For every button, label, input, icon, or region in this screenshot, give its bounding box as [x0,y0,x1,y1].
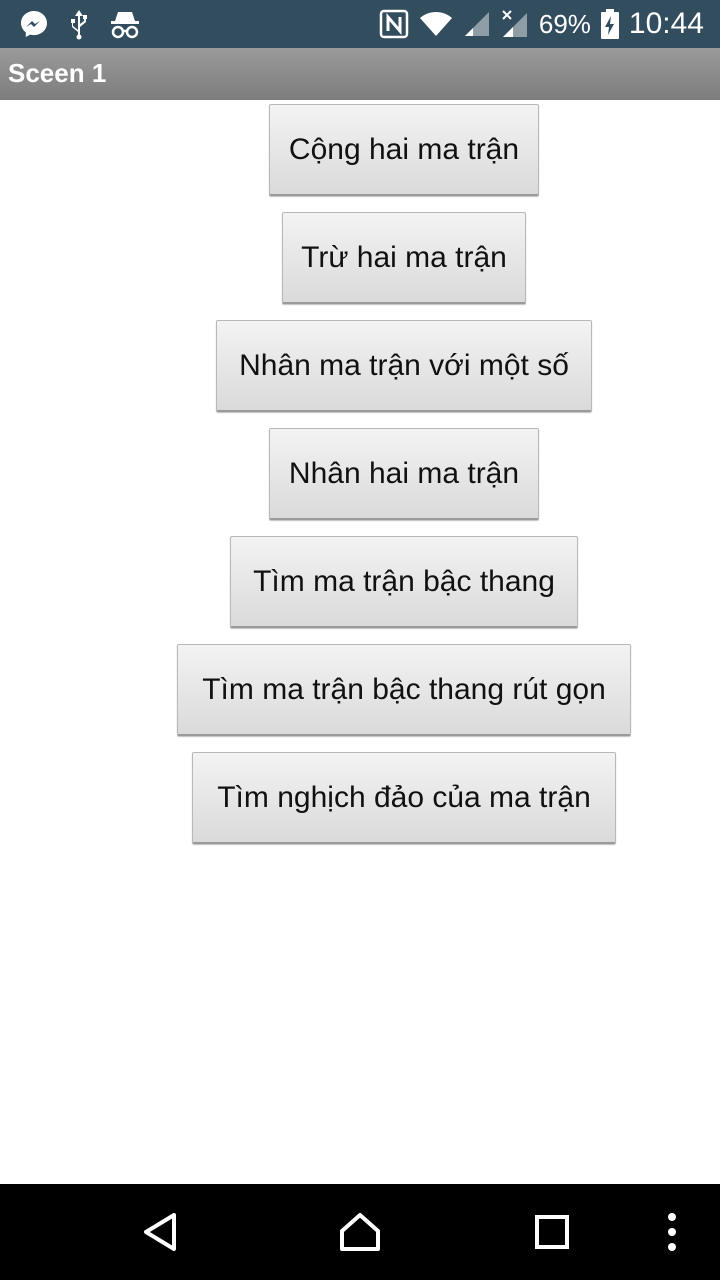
status-bar-system: 69% 10:44 [379,6,704,42]
row-echelon-button[interactable]: Tìm ma trận bậc thang [230,536,578,628]
home-icon[interactable] [334,1206,386,1258]
nfc-icon [379,9,409,39]
add-matrices-button[interactable]: Cộng hai ma trận [269,104,539,196]
subtract-matrices-button[interactable]: Trừ hai ma trận [282,212,526,304]
status-bar: 69% 10:44 [0,0,720,48]
clock: 10:44 [628,7,704,40]
signal-icon [463,10,491,38]
incognito-icon [108,8,142,40]
multiply-matrices-button[interactable]: Nhân hai ma trận [269,428,539,520]
recents-icon[interactable] [526,1206,578,1258]
wifi-icon [419,10,453,38]
battery-charging-icon [600,9,619,39]
inverse-matrix-button[interactable]: Tìm nghịch đảo của ma trận [192,752,616,844]
messenger-icon [18,8,50,40]
signal-no-data-icon [501,9,529,39]
reduced-row-echelon-button[interactable]: Tìm ma trận bậc thang rút gọn [177,644,631,736]
page-title: Sceen 1 [8,58,107,88]
battery-percent: 69% [538,8,591,39]
scalar-multiply-button[interactable]: Nhân ma trận với một số [216,320,592,412]
main-content: Cộng hai ma trận Trừ hai ma trận Nhân ma… [0,100,720,1184]
menu-icon[interactable] [646,1206,698,1258]
status-bar-notifications [18,8,142,40]
title-bar: Sceen 1 [0,48,720,101]
usb-icon [66,8,92,40]
back-icon[interactable] [134,1206,186,1258]
navigation-bar [0,1184,720,1280]
